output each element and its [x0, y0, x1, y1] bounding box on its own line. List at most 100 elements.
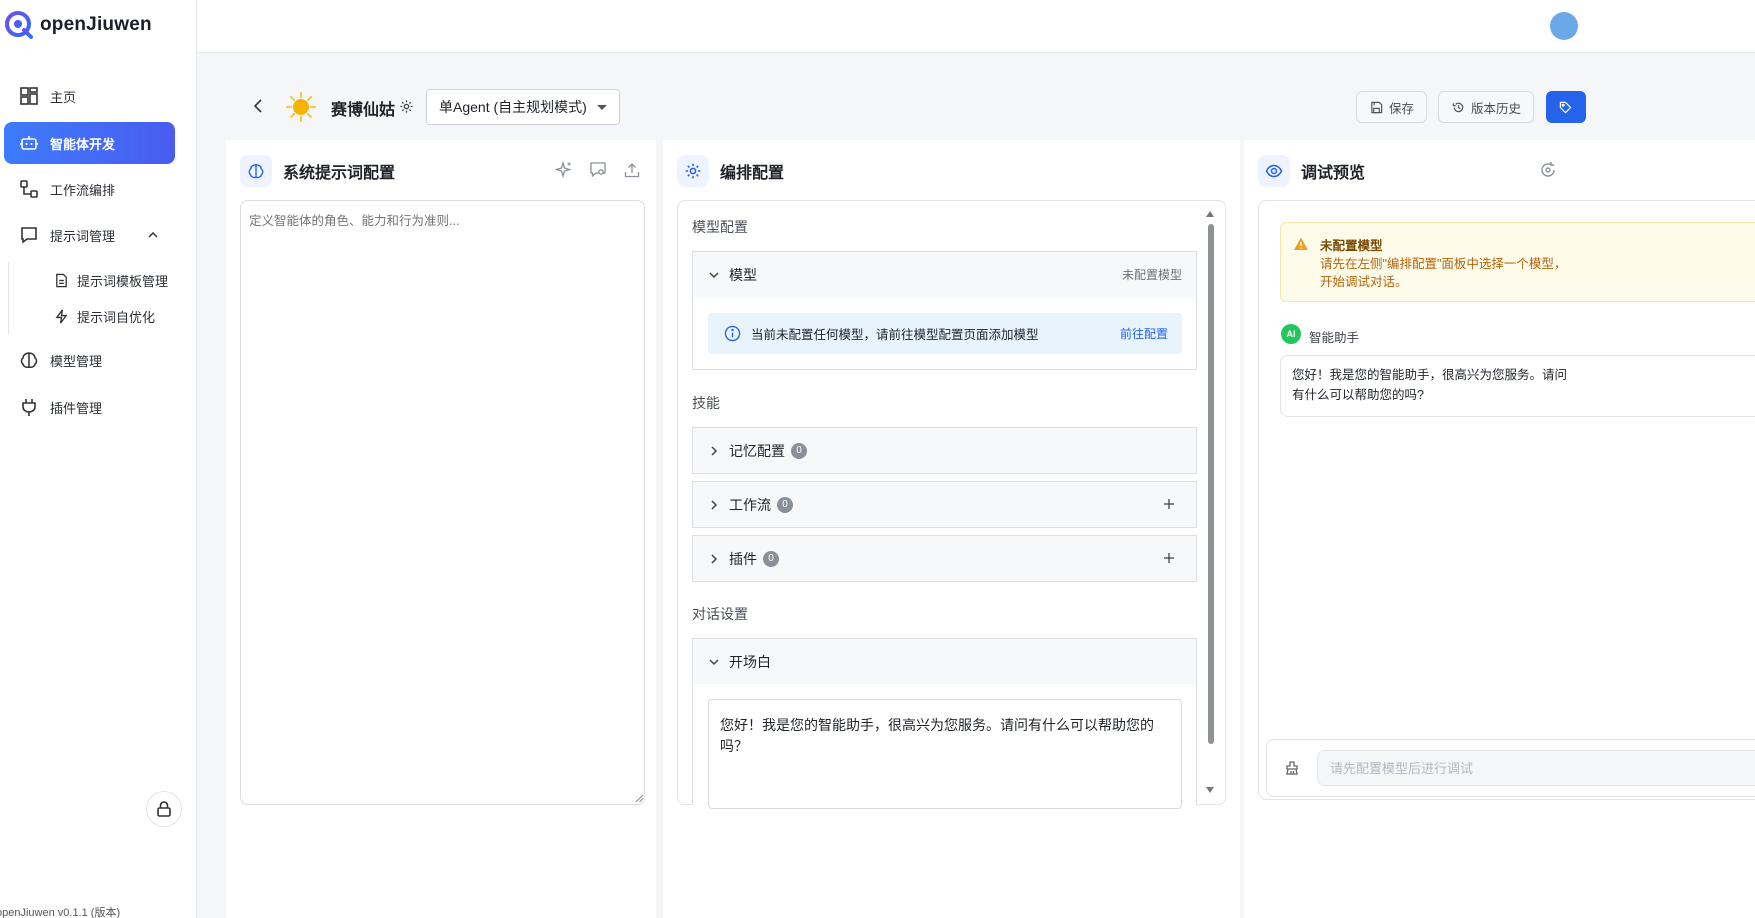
- sidebar-subitem-label: 提示词模板管理: [77, 273, 169, 289]
- grid-icon: [18, 85, 40, 107]
- top-bar: [198, 0, 1755, 53]
- sidebar-item-home[interactable]: 主页: [4, 75, 175, 117]
- chat-bubble-icon: [18, 224, 40, 246]
- clear-context-icon[interactable]: [1284, 760, 1300, 776]
- opening-message-input[interactable]: 您好！我是您的智能助手，很高兴为您服务。请问有什么可以帮助您的吗？: [708, 699, 1182, 809]
- sidebar-subitem-prompt-optimize[interactable]: 提示词自优化: [52, 302, 155, 330]
- add-workflow-button[interactable]: [1162, 497, 1176, 511]
- prompt-panel-title: 系统提示词配置: [240, 155, 395, 187]
- mode-select-value: 单Agent (自主规划模式): [439, 99, 587, 115]
- info-alert: 当前未配置任何模型，请前往模型配置页面添加模型 前往配置: [708, 313, 1182, 354]
- plugin-collapse-header[interactable]: 插件 0: [693, 536, 1196, 581]
- brain-icon: [18, 349, 40, 371]
- save-button[interactable]: 保存: [1356, 91, 1428, 123]
- info-alert-text: 当前未配置任何模型，请前往模型配置页面添加模型: [751, 328, 1039, 342]
- ai-avatar: AI: [1281, 324, 1301, 344]
- model-label: 模型: [729, 266, 757, 283]
- warning-text: 请先在左侧"编排配置"面板中选择一个模型， 开始调试对话。: [1320, 255, 1570, 291]
- panel-title-text: 编排配置: [720, 165, 785, 182]
- version-history-button[interactable]: 版本历史: [1438, 91, 1535, 123]
- chevron-down-icon: [707, 655, 721, 669]
- warning-text-line: 开始调试对话。: [1320, 275, 1408, 289]
- history-icon: [1451, 100, 1465, 114]
- sidebar-item-label: 插件管理: [50, 400, 103, 416]
- robot-icon: [18, 132, 40, 154]
- sidebar-item-label: 模型管理: [50, 353, 103, 369]
- lightning-icon: [52, 307, 70, 325]
- version-label: openJiuwen v0.1.1 (版本): [0, 907, 121, 918]
- skills-section-label: 技能: [692, 395, 720, 411]
- memory-count-badge: 0: [791, 442, 807, 459]
- save-icon: [1369, 100, 1383, 114]
- message-settings-icon[interactable]: [588, 160, 608, 180]
- sidebar-item-label: 主页: [50, 89, 77, 105]
- workflow-label: 工作流: [729, 496, 771, 513]
- publish-button[interactable]: [1546, 91, 1586, 123]
- version-history-label: 版本历史: [1471, 101, 1522, 116]
- eye-icon: [1258, 155, 1290, 187]
- assistant-name: 智能助手: [1309, 331, 1360, 345]
- chevron-up-icon[interactable]: [145, 227, 161, 243]
- upload-icon[interactable]: [622, 160, 642, 180]
- panel-title-text: 调试预览: [1301, 165, 1366, 182]
- refresh-icon[interactable]: [1538, 160, 1558, 180]
- sidebar: openJiuwen 主页 智能体开发 工作流编排 提示词管理 提示词模板管理: [0, 0, 197, 918]
- config-panel-title: 编排配置: [677, 155, 784, 187]
- scroll-up-arrow-icon[interactable]: [1206, 211, 1214, 217]
- submenu-line: [8, 262, 9, 334]
- caret-down-icon: [597, 105, 607, 110]
- memory-collapse-header[interactable]: 记忆配置 0: [693, 428, 1196, 473]
- chevron-left-icon: [253, 99, 262, 113]
- warning-text-line: 请先在左侧"编排配置"面板中选择一个模型，: [1320, 257, 1567, 271]
- system-prompt-input[interactable]: [240, 200, 645, 805]
- lock-button[interactable]: [146, 791, 182, 827]
- save-button-label: 保存: [1389, 101, 1415, 116]
- dialog-section-label: 对话设置: [692, 606, 748, 622]
- resize-grip-icon[interactable]: [634, 793, 644, 803]
- sidebar-item-agent-dev[interactable]: 智能体开发: [4, 122, 175, 164]
- lock-icon: [157, 801, 171, 817]
- sidebar-item-workflow[interactable]: 工作流编排: [4, 168, 175, 210]
- plugin-label: 插件: [729, 550, 757, 567]
- chat-input[interactable]: [1317, 750, 1755, 786]
- panel-title-text: 系统提示词配置: [283, 165, 396, 182]
- workflow-collapse-header[interactable]: 工作流 0: [693, 482, 1196, 527]
- document-icon: [52, 271, 70, 289]
- sidebar-subitem-prompt-templates[interactable]: 提示词模板管理: [52, 266, 168, 294]
- message-line: 有什么可以帮助您的吗?: [1292, 388, 1424, 402]
- chevron-right-icon: [707, 444, 721, 458]
- sidebar-item-plugins[interactable]: 插件管理: [4, 386, 175, 428]
- chevron-right-icon: [707, 498, 721, 512]
- mode-select[interactable]: 单Agent (自主规划模式): [426, 89, 620, 125]
- sidebar-item-models[interactable]: 模型管理: [4, 339, 175, 381]
- tag-icon: [1559, 100, 1572, 114]
- workflow-count-badge: 0: [777, 496, 793, 513]
- brand-logo[interactable]: openJiuwen: [4, 10, 152, 40]
- back-button[interactable]: [248, 96, 268, 116]
- chevron-right-icon: [707, 552, 721, 566]
- preview-panel-title: 调试预览: [1258, 155, 1365, 187]
- plug-icon: [18, 396, 40, 418]
- warning-icon: [1294, 237, 1308, 250]
- opening-collapse-header[interactable]: 开场白: [693, 639, 1196, 684]
- model-section-label: 模型配置: [692, 219, 748, 235]
- user-avatar[interactable]: [1550, 12, 1578, 40]
- scroll-down-arrow-icon[interactable]: [1206, 787, 1214, 793]
- info-icon: [723, 325, 741, 343]
- plus-icon: [1164, 499, 1174, 509]
- brain-icon: [240, 155, 272, 187]
- model-status: 未配置模型: [1121, 268, 1182, 282]
- workflow-icon: [18, 178, 40, 200]
- go-config-link[interactable]: 前往配置: [1120, 325, 1168, 342]
- star-avatar-icon: [286, 92, 316, 122]
- add-plugin-button[interactable]: [1162, 551, 1176, 565]
- plus-icon: [1164, 553, 1174, 563]
- scrollbar-thumb[interactable]: [1208, 224, 1214, 744]
- sparkle-icon[interactable]: [554, 160, 574, 180]
- model-collapse-header[interactable]: 模型 未配置模型: [693, 252, 1196, 297]
- logo-icon: [5, 11, 33, 39]
- workflow-collapse: 工作流 0: [692, 481, 1197, 528]
- memory-label: 记忆配置: [729, 442, 785, 459]
- sidebar-item-label: 智能体开发: [50, 136, 116, 152]
- gear-icon[interactable]: [399, 99, 414, 114]
